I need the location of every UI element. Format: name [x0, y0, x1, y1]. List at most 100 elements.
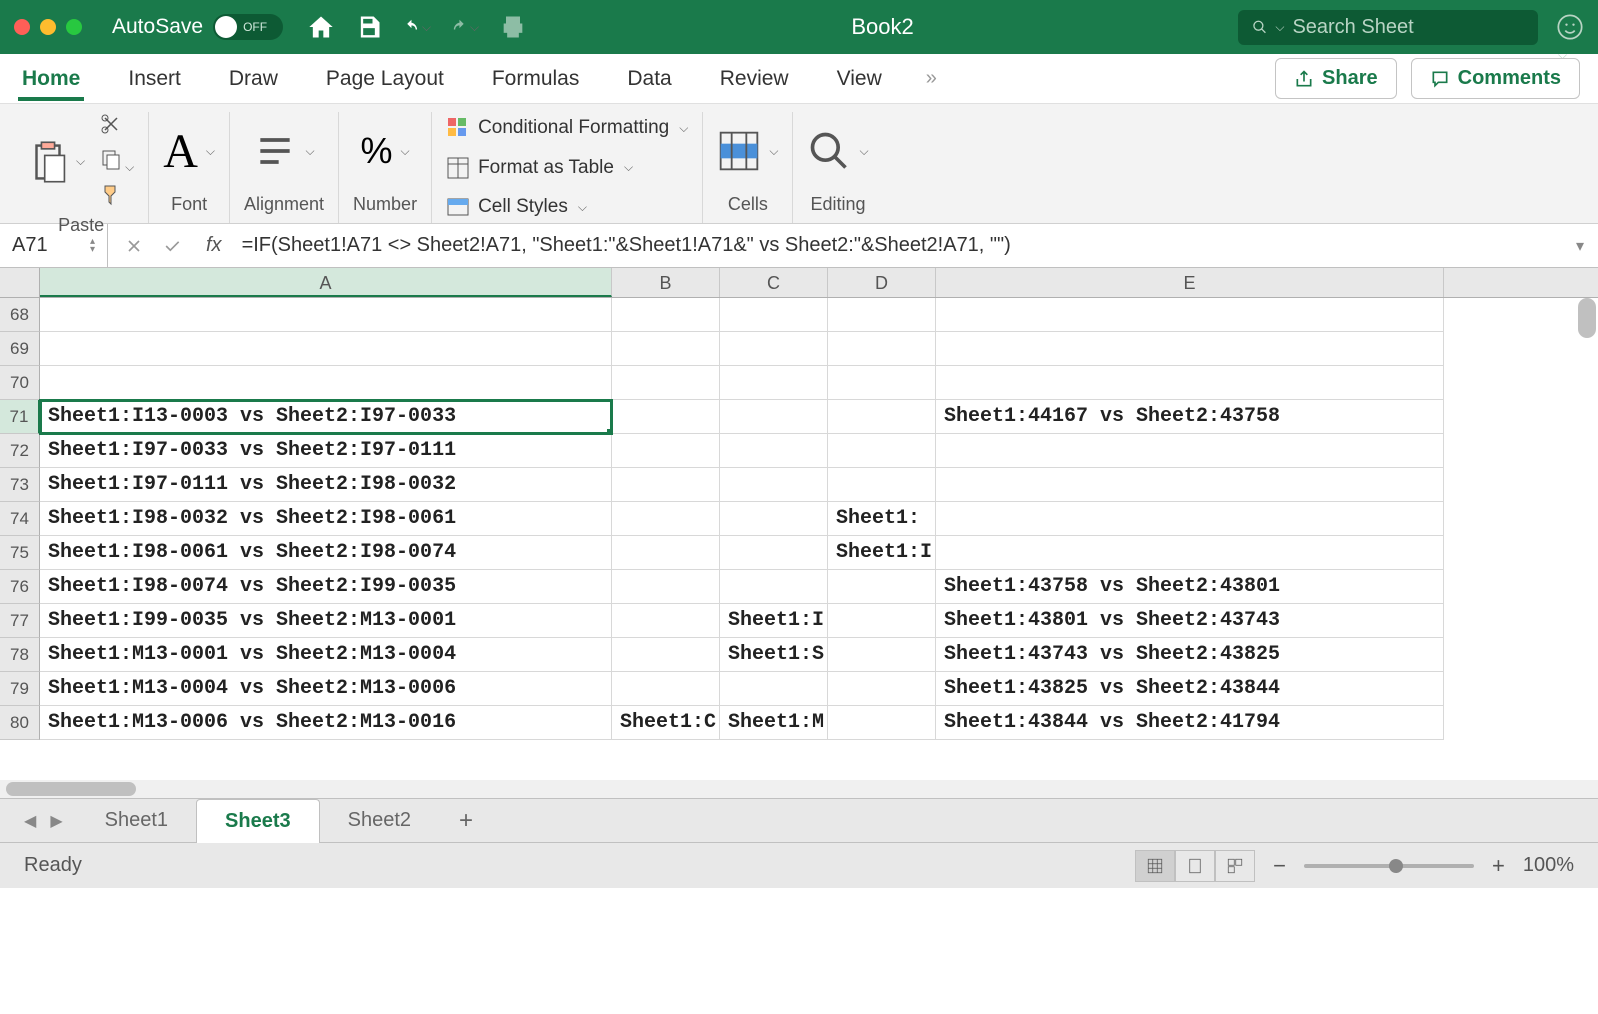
percent-icon[interactable]: % [361, 130, 393, 172]
cell-B69[interactable] [612, 332, 720, 366]
cell-A77[interactable]: Sheet1:I99-0035 vs Sheet2:M13-0001 [40, 604, 612, 638]
minimize-window[interactable] [40, 19, 56, 35]
cell-C74[interactable] [720, 502, 828, 536]
share-button[interactable]: Share [1275, 58, 1397, 99]
cell-D73[interactable] [828, 468, 936, 502]
format-painter-icon[interactable] [99, 182, 134, 211]
next-sheet-icon[interactable]: ▶ [50, 811, 62, 831]
cell-B73[interactable] [612, 468, 720, 502]
cell-A75[interactable]: Sheet1:I98-0061 vs Sheet2:I98-0074 [40, 536, 612, 570]
cell-A72[interactable]: Sheet1:I97-0033 vs Sheet2:I97-0111 [40, 434, 612, 468]
more-tabs-icon[interactable]: » [926, 67, 937, 90]
cell-B80[interactable]: Sheet1:C [612, 706, 720, 740]
column-header-E[interactable]: E [936, 268, 1444, 297]
cell-B79[interactable] [612, 672, 720, 706]
sheet-tab-sheet1[interactable]: Sheet1 [77, 799, 196, 843]
redo-icon[interactable]: ⌵ [451, 13, 479, 41]
find-icon[interactable] [807, 129, 851, 173]
row-header-69[interactable]: 69 [0, 332, 40, 366]
paste-button[interactable] [28, 139, 68, 185]
row-header-70[interactable]: 70 [0, 366, 40, 400]
cell-B71[interactable] [612, 400, 720, 434]
page-break-view-button[interactable] [1215, 850, 1255, 882]
cancel-icon[interactable] [124, 236, 144, 256]
conditional-formatting-button[interactable]: Conditional Formatting⌵ [446, 112, 688, 144]
ribbon-tab-page-layout[interactable]: Page Layout [322, 57, 448, 101]
column-header-A[interactable]: A [40, 268, 612, 297]
zoom-slider[interactable] [1304, 864, 1474, 868]
row-header-71[interactable]: 71 [0, 400, 40, 434]
row-header-78[interactable]: 78 [0, 638, 40, 672]
row-header-68[interactable]: 68 [0, 298, 40, 332]
save-icon[interactable] [355, 13, 383, 41]
cell-E78[interactable]: Sheet1:43743 vs Sheet2:43825 [936, 638, 1444, 672]
print-icon[interactable] [499, 13, 527, 41]
column-header-D[interactable]: D [828, 268, 936, 297]
horizontal-scrollbar-track[interactable] [0, 780, 1598, 798]
cell-A70[interactable] [40, 366, 612, 400]
close-window[interactable] [14, 19, 30, 35]
spreadsheet-grid[interactable]: ABCDE 68697071Sheet1:I13-0003 vs Sheet2:… [0, 268, 1598, 780]
cell-C69[interactable] [720, 332, 828, 366]
cell-E69[interactable] [936, 332, 1444, 366]
cell-A76[interactable]: Sheet1:I98-0074 vs Sheet2:I99-0035 [40, 570, 612, 604]
ribbon-tab-home[interactable]: Home [18, 57, 84, 101]
cell-C80[interactable]: Sheet1:M [720, 706, 828, 740]
row-header-80[interactable]: 80 [0, 706, 40, 740]
cell-D69[interactable] [828, 332, 936, 366]
confirm-icon[interactable] [162, 236, 182, 256]
row-header-74[interactable]: 74 [0, 502, 40, 536]
cell-C71[interactable] [720, 400, 828, 434]
row-header-73[interactable]: 73 [0, 468, 40, 502]
cell-B74[interactable] [612, 502, 720, 536]
cell-styles-button[interactable]: Cell Styles⌵ [446, 191, 587, 223]
ribbon-tab-insert[interactable]: Insert [124, 57, 185, 101]
cell-E75[interactable] [936, 536, 1444, 570]
ribbon-tab-review[interactable]: Review [716, 57, 793, 101]
cell-D68[interactable] [828, 298, 936, 332]
ribbon-tab-view[interactable]: View [833, 57, 886, 101]
cell-D72[interactable] [828, 434, 936, 468]
cell-B72[interactable] [612, 434, 720, 468]
format-as-table-button[interactable]: Format as Table⌵ [446, 152, 633, 184]
cell-A79[interactable]: Sheet1:M13-0004 vs Sheet2:M13-0006 [40, 672, 612, 706]
cell-E79[interactable]: Sheet1:43825 vs Sheet2:43844 [936, 672, 1444, 706]
cell-B68[interactable] [612, 298, 720, 332]
cell-E68[interactable] [936, 298, 1444, 332]
row-header-72[interactable]: 72 [0, 434, 40, 468]
alignment-icon[interactable] [253, 129, 297, 173]
copy-icon[interactable]: ⌵ [99, 147, 134, 176]
search-input[interactable] [1292, 16, 1524, 39]
prev-sheet-icon[interactable]: ◀ [24, 811, 36, 831]
select-all-corner[interactable] [0, 268, 40, 297]
ribbon-tab-data[interactable]: Data [623, 57, 675, 101]
zoom-out-button[interactable]: − [1273, 853, 1286, 879]
cell-E77[interactable]: Sheet1:43801 vs Sheet2:43743 [936, 604, 1444, 638]
cell-E80[interactable]: Sheet1:43844 vs Sheet2:41794 [936, 706, 1444, 740]
cell-C78[interactable]: Sheet1:S [720, 638, 828, 672]
cell-C70[interactable] [720, 366, 828, 400]
search-box[interactable]: ⌵ [1238, 10, 1538, 45]
ribbon-tab-formulas[interactable]: Formulas [488, 57, 584, 101]
cell-D79[interactable] [828, 672, 936, 706]
cell-D75[interactable]: Sheet1:I [828, 536, 936, 570]
cell-C77[interactable]: Sheet1:I [720, 604, 828, 638]
zoom-level[interactable]: 100% [1523, 854, 1574, 877]
row-header-79[interactable]: 79 [0, 672, 40, 706]
cell-A68[interactable] [40, 298, 612, 332]
cell-C75[interactable] [720, 536, 828, 570]
cell-A73[interactable]: Sheet1:I97-0111 vs Sheet2:I98-0032 [40, 468, 612, 502]
cell-E74[interactable] [936, 502, 1444, 536]
horizontal-scrollbar-thumb[interactable] [6, 782, 136, 796]
cell-C68[interactable] [720, 298, 828, 332]
comments-button[interactable]: Comments [1411, 58, 1580, 99]
cell-C73[interactable] [720, 468, 828, 502]
formula-input[interactable] [230, 234, 1562, 257]
sheet-tab-sheet2[interactable]: Sheet2 [320, 799, 439, 843]
autosave-toggle[interactable]: OFF [213, 14, 283, 40]
cell-C79[interactable] [720, 672, 828, 706]
cell-D77[interactable] [828, 604, 936, 638]
add-sheet-button[interactable]: + [439, 807, 493, 835]
cell-B76[interactable] [612, 570, 720, 604]
page-layout-view-button[interactable] [1175, 850, 1215, 882]
